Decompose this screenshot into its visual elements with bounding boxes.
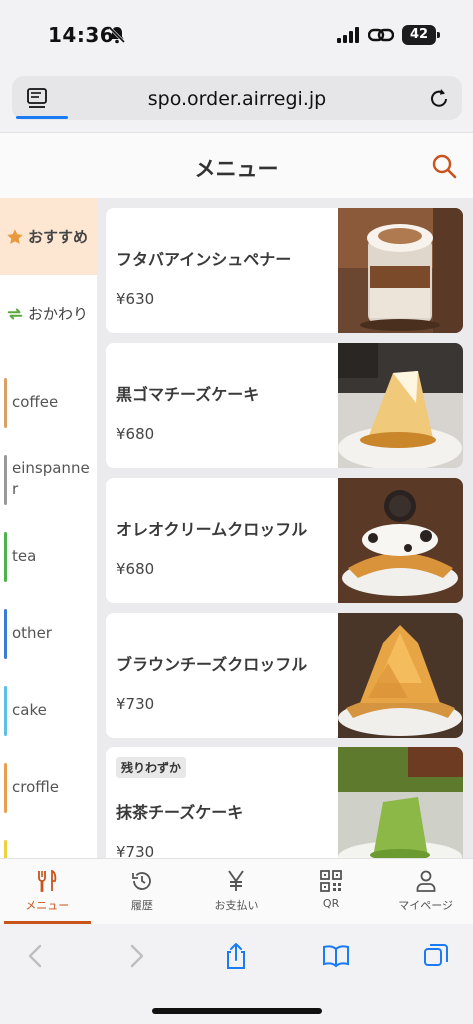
brown-cheese-croffle-image xyxy=(338,613,463,738)
sidebar-item-croffle[interactable]: croffle xyxy=(0,749,97,826)
tab-label: QR xyxy=(322,897,340,910)
home-indicator xyxy=(152,1008,322,1014)
fork-knife-icon xyxy=(38,869,57,892)
sidebar-item-label: croffle xyxy=(12,778,59,796)
sidebar-item-other[interactable]: other xyxy=(0,595,97,672)
status-time: 14:36 xyxy=(48,23,115,47)
sidebar-item-coffee[interactable]: coffee xyxy=(0,364,97,441)
sidebar-item-featured[interactable]: おすすめ xyxy=(0,198,97,275)
refill-icon xyxy=(7,308,23,319)
matcha-cheesecake-image xyxy=(338,747,463,858)
tab-label: お支払い xyxy=(214,899,259,912)
layered-coffee-image xyxy=(338,208,463,333)
star-icon xyxy=(7,228,23,244)
search-icon[interactable] xyxy=(431,153,457,179)
menu-item-card[interactable]: ブラウンチーズクロッフル ¥730 xyxy=(106,613,463,738)
sidebar-item-label: おかわり xyxy=(28,305,89,323)
sidebar-item-label: cake xyxy=(12,701,47,719)
tab-label: メニュー xyxy=(25,899,70,912)
oreo-croffle-image xyxy=(338,478,463,603)
browser-toolbar xyxy=(0,924,473,1024)
yen-icon xyxy=(228,870,245,891)
menu-item-name: フタバアインシュペナー xyxy=(116,250,292,269)
qr-icon xyxy=(320,870,342,892)
sidebar-item-label: tea xyxy=(12,547,37,565)
status-bar: 14:36 42 xyxy=(0,0,473,66)
person-icon xyxy=(416,870,436,892)
tabs-icon[interactable] xyxy=(422,942,450,970)
signal-icon xyxy=(337,27,359,43)
menu-item-price: ¥730 xyxy=(116,843,155,858)
tab-mypage[interactable]: マイページ xyxy=(378,859,473,924)
menu-list[interactable]: フタバアインシュペナー ¥630 黒ゴマチーズケーキ ¥680 オレオクリームク… xyxy=(97,198,473,858)
share-icon[interactable] xyxy=(222,942,250,970)
sidebar-item-scones[interactable]: scones xyxy=(0,826,97,858)
menu-item-price: ¥680 xyxy=(116,560,155,578)
category-color-bar xyxy=(4,455,7,505)
sidebar-item-tea[interactable]: tea xyxy=(0,518,97,595)
address-bar[interactable]: spo.order.airregi.jp xyxy=(12,76,462,120)
category-color-bar xyxy=(4,686,7,736)
bottom-nav: メニュー 履歴 お支払い QR マイページ xyxy=(0,858,473,924)
bookmarks-icon[interactable] xyxy=(322,942,350,970)
category-sidebar: おすすめ おかわり coffee einspanne r tea other c… xyxy=(0,198,97,858)
category-color-bar xyxy=(4,609,7,659)
page-header: メニュー xyxy=(0,132,473,198)
forward-icon[interactable] xyxy=(122,942,150,970)
tab-label: 履歴 xyxy=(130,899,153,912)
menu-item-name: ブラウンチーズクロッフル xyxy=(116,655,308,674)
sidebar-item-refill[interactable]: おかわり xyxy=(0,275,97,352)
sidebar-item-label: coffee xyxy=(12,393,59,411)
menu-item-card[interactable]: 黒ゴマチーズケーキ ¥680 xyxy=(106,343,463,468)
tab-qr[interactable]: QR xyxy=(284,859,379,924)
category-color-bar xyxy=(4,763,7,813)
menu-item-name: 抹茶チーズケーキ xyxy=(116,803,244,822)
battery-indicator: 42 xyxy=(402,25,440,45)
tab-payment[interactable]: お支払い xyxy=(189,859,284,924)
menu-item-price: ¥630 xyxy=(116,290,155,308)
back-icon[interactable] xyxy=(22,942,50,970)
page-title: メニュー xyxy=(194,157,279,181)
menu-item-price: ¥730 xyxy=(116,695,155,713)
menu-item-card[interactable]: フタバアインシュペナー ¥630 xyxy=(106,208,463,333)
tab-history[interactable]: 履歴 xyxy=(95,859,190,924)
load-progress-bar xyxy=(16,116,68,119)
sesame-cheesecake-image xyxy=(338,343,463,468)
category-color-bar xyxy=(4,378,7,428)
menu-item-name: 黒ゴマチーズケーキ xyxy=(116,385,260,404)
sidebar-item-cake[interactable]: cake xyxy=(0,672,97,749)
history-icon xyxy=(131,872,151,890)
category-color-bar xyxy=(4,840,7,858)
menu-item-name: オレオクリームクロッフル xyxy=(116,520,308,539)
category-color-bar xyxy=(4,532,7,582)
sidebar-item-label: einspanne r xyxy=(12,459,90,498)
menu-item-price: ¥680 xyxy=(116,425,155,443)
mute-bell-icon xyxy=(108,26,126,44)
url-text[interactable]: spo.order.airregi.jp xyxy=(12,88,462,110)
reload-icon[interactable] xyxy=(428,86,450,110)
menu-item-card[interactable]: オレオクリームクロッフル ¥680 xyxy=(106,478,463,603)
sidebar-item-einspanner[interactable]: einspanne r xyxy=(0,441,97,518)
tab-menu[interactable]: メニュー xyxy=(0,859,95,924)
sidebar-item-label: other xyxy=(12,624,52,642)
menu-item-card[interactable]: 残りわずか 抹茶チーズケーキ ¥730 xyxy=(106,747,463,858)
link-icon xyxy=(368,28,394,42)
tab-label: マイページ xyxy=(398,899,454,912)
sidebar-item-label: おすすめ xyxy=(28,228,89,246)
low-stock-badge: 残りわずか xyxy=(116,757,187,778)
